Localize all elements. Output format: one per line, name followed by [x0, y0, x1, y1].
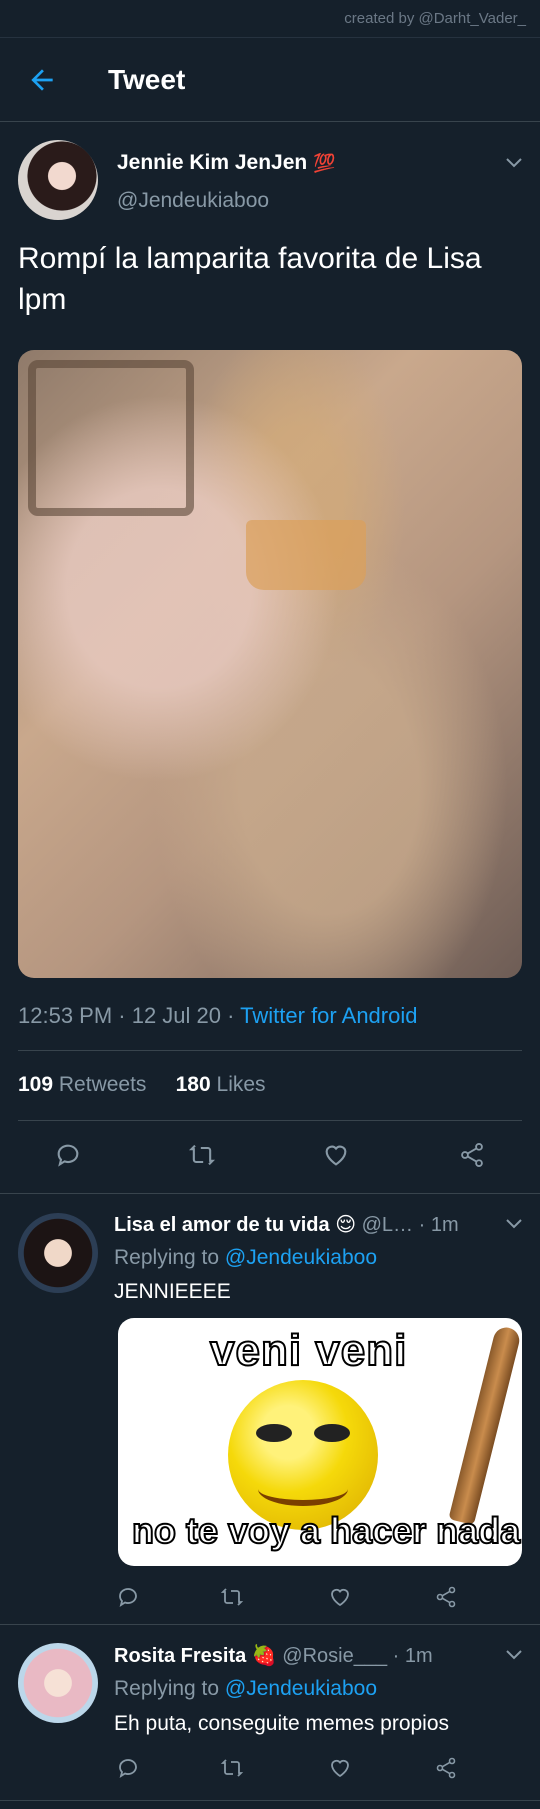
avatar[interactable]: [18, 1643, 98, 1723]
chevron-down-icon[interactable]: [505, 1649, 523, 1661]
reply-icon[interactable]: [116, 1756, 140, 1780]
avatar[interactable]: [18, 140, 98, 220]
separator: [0, 1193, 540, 1194]
author-name[interactable]: Jennie Kim JenJen 💯: [117, 151, 336, 175]
reply-icon[interactable]: [116, 1585, 140, 1609]
tweet-text: Rompí la lamparita favorita de Lisa lpm: [18, 242, 482, 316]
likes-stat[interactable]: 180 Likes: [176, 1073, 266, 1096]
share-icon[interactable]: [458, 1141, 486, 1169]
reply-text: Eh puta, conseguite memes propios: [114, 1712, 450, 1735]
reply-icon[interactable]: [54, 1141, 82, 1169]
share-icon[interactable]: [434, 1585, 458, 1609]
retweet-icon[interactable]: [188, 1141, 216, 1169]
like-icon[interactable]: [322, 1141, 350, 1169]
reply-meme-image[interactable]: veni veni no te voy a hacer nada: [118, 1318, 522, 1566]
top-bar: Tweet: [0, 38, 540, 122]
tweet-stats: 109 Retweets 180 Likes: [18, 1073, 266, 1097]
meme-caption-top: veni veni: [209, 1325, 408, 1376]
like-icon[interactable]: [328, 1585, 352, 1609]
smiley-face-shape: [228, 1380, 378, 1530]
back-arrow-icon[interactable]: [26, 64, 58, 96]
page-title: Tweet: [108, 64, 186, 95]
replying-to: Replying to @Jendeukiaboo: [114, 1246, 378, 1269]
separator: [0, 1624, 540, 1625]
mention-link[interactable]: @Jendeukiaboo: [225, 1677, 377, 1700]
share-icon[interactable]: [434, 1756, 458, 1780]
mention-link[interactable]: @Jendeukiaboo: [225, 1246, 377, 1269]
retweet-icon[interactable]: [220, 1756, 244, 1780]
reply-author[interactable]: Rosita Fresita 🍓 @Rosie___ · 1m: [114, 1643, 433, 1668]
lamp-shape: [246, 520, 366, 590]
mirror-shape: [28, 360, 194, 516]
divider: [18, 1120, 522, 1121]
chevron-down-icon[interactable]: [505, 1218, 523, 1230]
chevron-down-icon[interactable]: [505, 157, 523, 169]
reply-author[interactable]: Lisa el amor de tu vida 😌 @L… · 1m: [114, 1212, 459, 1237]
hundred-points-badge: 💯: [313, 153, 336, 173]
like-icon[interactable]: [328, 1756, 352, 1780]
replying-to: Replying to @Jendeukiaboo: [114, 1677, 378, 1700]
tweet-meta: 12:53 PM · 12 Jul 20 · Twitter for Andro…: [18, 1003, 418, 1028]
meme-caption-bottom: no te voy a hacer nada: [131, 1509, 521, 1552]
avatar[interactable]: [18, 1213, 98, 1293]
retweets-stat[interactable]: 109 Retweets: [18, 1073, 146, 1096]
author-handle[interactable]: @Jendeukiaboo: [117, 189, 269, 213]
tweet-image[interactable]: [18, 350, 522, 978]
divider: [18, 1050, 522, 1051]
retweet-icon[interactable]: [220, 1585, 244, 1609]
strawberry-emoji: 🍓: [251, 1645, 277, 1667]
bat-shape: [448, 1324, 522, 1526]
relieved-face-emoji: 😌: [335, 1214, 357, 1236]
reply-text: JENNIEEEE: [114, 1280, 231, 1303]
credit-watermark: created by @Darht_Vader_: [0, 0, 540, 38]
separator: [0, 1800, 540, 1801]
tweet-source-link[interactable]: Twitter for Android: [240, 1003, 417, 1028]
